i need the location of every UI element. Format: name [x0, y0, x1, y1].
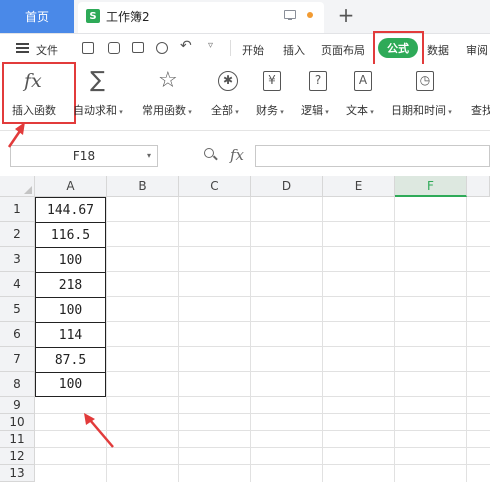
annotation-arrows	[7, 122, 114, 448]
annotation-arrow-down	[89, 419, 114, 448]
